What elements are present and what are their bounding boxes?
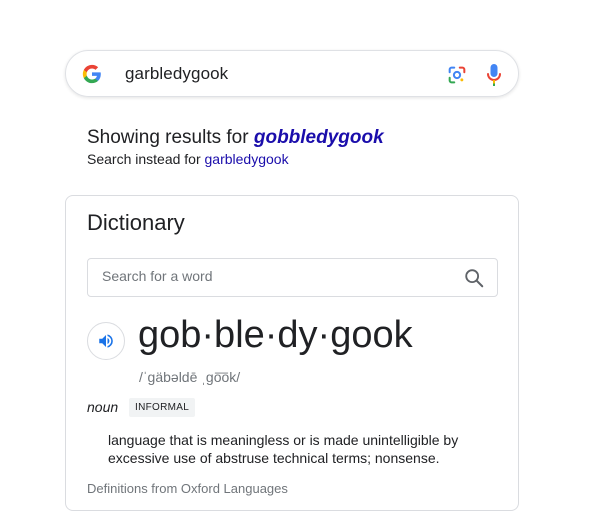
showing-results-prefix: Showing results for — [87, 127, 249, 148]
speaker-icon — [99, 334, 113, 348]
search-bar[interactable]: garbledygook — [65, 50, 519, 97]
word-search-box[interactable] — [87, 258, 498, 297]
original-query-link[interactable]: garbledygook — [205, 151, 289, 167]
pronunciation-text: /ˈɡäbəldē ˌɡo͞ok/ — [139, 369, 241, 385]
search-query-text[interactable]: garbledygook — [125, 64, 228, 84]
usage-label-badge: INFORMAL — [129, 398, 196, 417]
pronunciation-audio-button[interactable] — [87, 322, 125, 360]
search-icon[interactable] — [463, 267, 485, 289]
headword: gob·ble·dy·gook — [138, 314, 413, 356]
corrected-query-link[interactable]: gobbledygook — [254, 127, 384, 148]
definitions-source[interactable]: Definitions from Oxford Languages — [87, 481, 288, 496]
word-search-input[interactable] — [102, 268, 442, 284]
showing-results-line: Showing results for gobbledygook — [87, 127, 384, 149]
part-of-speech: noun — [87, 399, 119, 415]
definition-text: language that is meaningless or is made … — [108, 432, 459, 466]
search-instead-line: Search instead for garbledygook — [87, 151, 289, 167]
google-g-icon — [82, 64, 102, 84]
dictionary-card: Dictionary gob·ble·dy·gook /ˈɡäbəldē ˌɡo… — [65, 195, 519, 511]
search-instead-prefix: Search instead for — [87, 151, 201, 167]
dictionary-title: Dictionary — [87, 210, 185, 235]
google-lens-icon[interactable] — [446, 64, 468, 86]
microphone-icon[interactable] — [486, 63, 502, 87]
